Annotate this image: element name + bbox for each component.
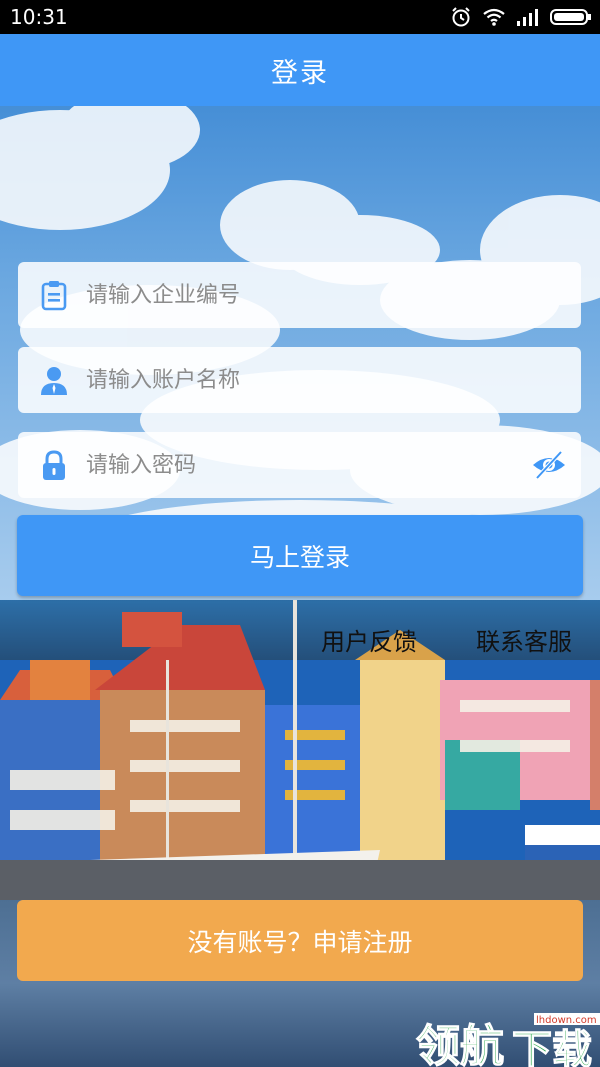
svg-text:lhdown.com: lhdown.com bbox=[536, 1015, 597, 1026]
status-bar: 10:31 bbox=[0, 0, 600, 34]
status-time: 10:31 bbox=[10, 5, 68, 29]
password-input[interactable] bbox=[86, 432, 526, 498]
svg-text:领航: 领航 bbox=[416, 1021, 504, 1067]
company-id-field[interactable] bbox=[18, 262, 581, 328]
status-icons bbox=[450, 5, 592, 29]
clipboard-icon bbox=[41, 281, 67, 311]
signal-icon bbox=[517, 9, 538, 26]
account-name-input[interactable] bbox=[86, 347, 526, 413]
battery-icon bbox=[550, 9, 591, 25]
watermark-logo: lhdown.com 领航 下载 bbox=[415, 1013, 600, 1067]
login-screen: 10:31 登录 请输入企业编号 请输入账户名称 马上登录 用户反馈 联系客服 … bbox=[0, 0, 600, 1067]
login-button[interactable]: 马上登录 bbox=[17, 515, 583, 596]
account-name-field[interactable] bbox=[18, 347, 581, 413]
page-title: 登录 bbox=[271, 57, 329, 89]
app-header: 登录 bbox=[0, 34, 600, 106]
feedback-link[interactable]: 用户反馈 bbox=[321, 624, 417, 660]
alarm-icon bbox=[452, 7, 470, 27]
svg-text:下载: 下载 bbox=[512, 1027, 592, 1067]
register-button[interactable]: 没有账号？申请注册 bbox=[17, 900, 583, 981]
lock-icon bbox=[43, 450, 65, 480]
wifi-icon bbox=[483, 8, 505, 26]
password-field[interactable] bbox=[18, 432, 581, 498]
contact-service-link[interactable]: 联系客服 bbox=[476, 624, 572, 660]
company-id-input[interactable] bbox=[86, 262, 526, 328]
user-icon bbox=[41, 367, 67, 395]
eye-hidden-icon[interactable] bbox=[531, 449, 567, 481]
